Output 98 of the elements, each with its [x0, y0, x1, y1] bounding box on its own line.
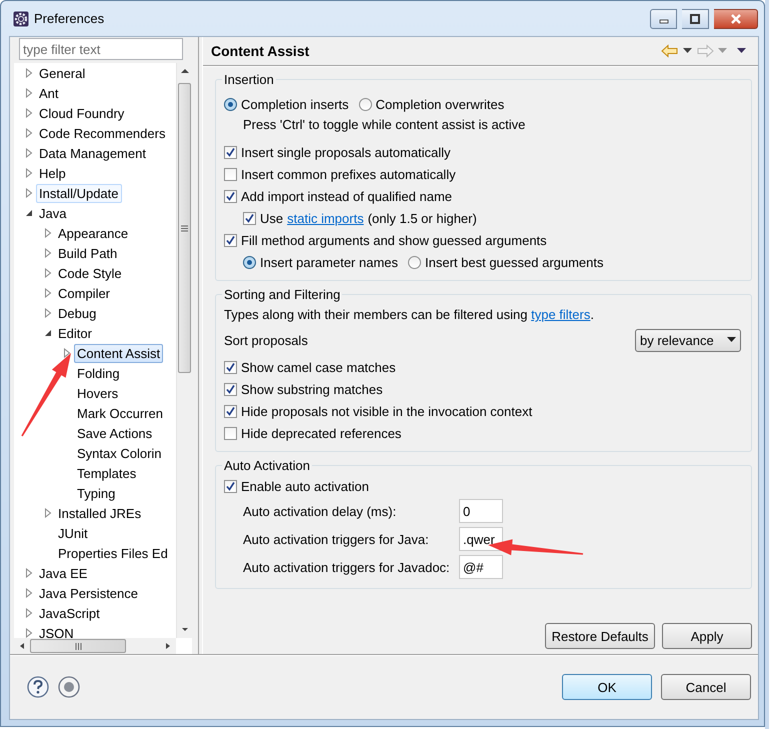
checkmark-icon [244, 212, 255, 224]
close-icon [730, 14, 742, 24]
tree-item[interactable]: Mark Occurren [74, 404, 166, 422]
checkbox[interactable]: Insert common prefixes automatically [224, 163, 456, 185]
button[interactable]: Cancel [661, 674, 751, 700]
tree-item[interactable]: Build Path [55, 244, 120, 262]
checkmark-icon [225, 234, 236, 246]
radio-circle-icon[interactable] [408, 256, 422, 268]
tree-item[interactable]: Properties Files Ed [55, 544, 171, 562]
link[interactable]: type filters [531, 307, 590, 322]
caret-icon[interactable] [683, 48, 692, 54]
tree-item[interactable]: General [36, 64, 88, 82]
checkbox[interactable]: Enable auto activation [224, 475, 369, 497]
radio-button[interactable]: Completion inserts [224, 93, 349, 115]
button[interactable]: Apply [662, 623, 752, 649]
checkmark-icon [225, 190, 236, 202]
tree-item[interactable]: Syntax Colorin [74, 444, 165, 462]
tree-item[interactable]: JSON [36, 624, 77, 638]
field-label: Auto activation triggers for Java: [243, 532, 430, 546]
checkbox[interactable]: Show substring matches [224, 378, 383, 400]
input-field[interactable]: .qwer [459, 527, 503, 551]
tree-item[interactable]: Cloud Foundry [36, 104, 128, 122]
radio-dot-icon [228, 102, 233, 106]
description-text: Types along with their members can be filtered using type filters. [224, 306, 594, 324]
tree-item[interactable]: Content Assist [74, 344, 164, 362]
tree-item[interactable]: JUnit [55, 524, 91, 542]
button[interactable]: Restore Defaults [545, 623, 655, 649]
group-title: Insertion [223, 72, 275, 87]
tree-item[interactable]: Java Persistence [36, 584, 141, 602]
radio-button[interactable]: Insert parameter names [243, 251, 398, 273]
tree-item[interactable]: Editor [55, 324, 95, 342]
tree-item[interactable]: Code Recommenders [36, 124, 168, 142]
radio-circle-icon[interactable] [358, 98, 372, 110]
tree-item[interactable]: Typing [74, 484, 118, 502]
link[interactable]: static imports [287, 210, 364, 226]
checkbox[interactable]: Add import instead of qualified name [224, 185, 452, 207]
record-icon[interactable] [58, 676, 80, 698]
checkbox[interactable]: Use static imports (only 1.5 or higher) [243, 207, 477, 229]
radio-dot-icon [247, 260, 252, 264]
tree-item[interactable]: Debug [55, 304, 100, 322]
grip-icon [74, 642, 82, 650]
tree-item[interactable]: Compiler [55, 284, 114, 302]
tree-item[interactable]: Ant [36, 84, 62, 102]
field-label: Auto activation triggers for Javadoc: [243, 560, 451, 574]
tree-item[interactable]: Install/Update [36, 184, 122, 202]
tree-item[interactable]: Save Actions [74, 424, 156, 442]
caret-icon [727, 337, 736, 343]
tree-item[interactable]: Code Style [55, 264, 125, 282]
checkbox[interactable]: Hide proposals not visible in the invocation context [224, 400, 532, 422]
button[interactable]: OK [562, 674, 652, 700]
menu-caret-icon[interactable] [737, 48, 746, 54]
checkbox[interactable]: Show camel case matches [224, 356, 396, 378]
tree-item[interactable]: Java EE [36, 564, 90, 582]
tree-item[interactable]: Data Management [36, 144, 149, 162]
checkmark-icon [225, 480, 236, 492]
tree-item[interactable]: Help [36, 164, 69, 182]
tree-item[interactable]: Appearance [55, 224, 132, 242]
group-title: Sorting and Filtering [223, 287, 342, 302]
checkmark-icon [225, 146, 236, 158]
tree-item[interactable]: Installed JREs [55, 504, 144, 522]
maximize-icon [689, 14, 701, 24]
scrollbar-thumb[interactable] [178, 83, 191, 373]
field-label: Sort proposals [224, 332, 308, 348]
gear-icon [13, 10, 29, 26]
checkbox[interactable]: Hide deprecated references [224, 422, 402, 444]
tree-item[interactable]: JavaScript [36, 604, 103, 622]
checkbox[interactable]: Fill method arguments and show guessed arguments [224, 229, 547, 251]
field-label: Auto activation delay (ms): [243, 504, 398, 518]
horizontal-scrollbar[interactable] [14, 638, 176, 654]
radio-button[interactable]: Completion overwrites [358, 93, 504, 115]
checkmark-icon [225, 384, 236, 394]
tree-arrow-icon[interactable] [43, 328, 54, 338]
group-title: Auto Activation [223, 458, 311, 473]
filter-field[interactable]: type filter text [19, 38, 183, 60]
window-title: Preferences [34, 11, 104, 26]
input-field[interactable]: 0 [459, 499, 503, 523]
checkbox[interactable]: Insert single proposals automatically [224, 141, 451, 163]
radio-circle-icon[interactable] [224, 98, 237, 110]
vertical-scrollbar[interactable] [176, 63, 192, 638]
dropdown[interactable]: by relevance [635, 328, 741, 352]
checkmark-icon [225, 362, 236, 372]
minimize-button[interactable] [650, 8, 677, 28]
checkmark-icon [225, 406, 236, 416]
close-button[interactable] [714, 8, 758, 28]
tree-item[interactable]: Hovers [74, 384, 122, 402]
maximize-button[interactable] [682, 8, 709, 28]
page-title: Content Assist [211, 43, 310, 59]
tree-arrow-icon[interactable] [24, 208, 35, 218]
scrollbar-thumb[interactable] [30, 639, 126, 653]
tree-item[interactable]: Java [36, 204, 70, 222]
radio-button[interactable]: Insert best guessed arguments [408, 251, 604, 273]
radio-circle-icon[interactable] [243, 256, 256, 268]
tree-item[interactable]: Templates [74, 464, 140, 482]
grip-icon [181, 224, 188, 232]
tree-item[interactable]: Folding [74, 364, 123, 382]
input-field[interactable]: @# [459, 555, 503, 579]
help-icon[interactable] [27, 676, 49, 698]
hint-text: Press 'Ctrl' to toggle while content assist is active [242, 116, 526, 134]
